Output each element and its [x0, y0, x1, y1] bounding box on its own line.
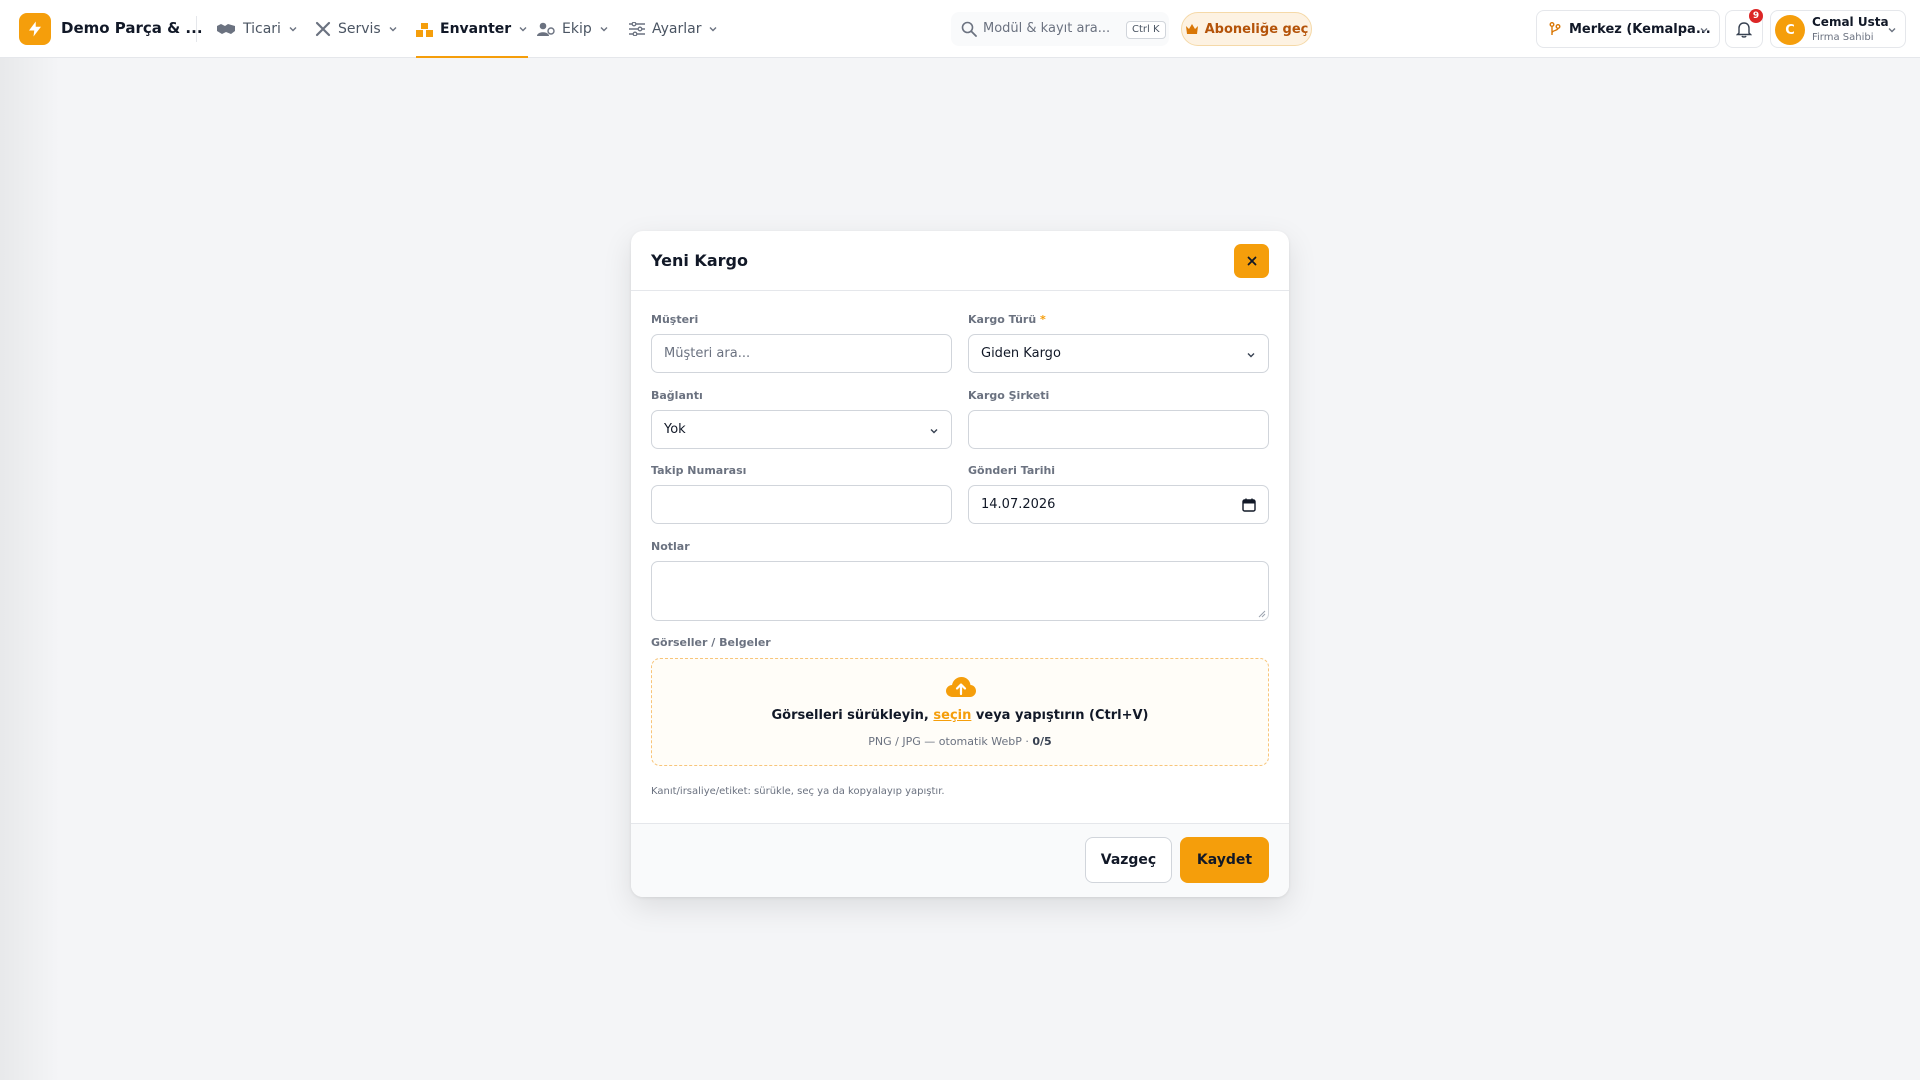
- nav-label: Ayarlar: [652, 21, 702, 37]
- dropzone-format-info: PNG / JPG — otomatik WebP · 0/5: [868, 735, 1052, 748]
- nav-label: Ekip: [562, 21, 592, 37]
- notifications-button[interactable]: 9: [1725, 9, 1763, 48]
- nav-item-ticari[interactable]: Ticari: [216, 0, 298, 58]
- chevron-down-icon: [389, 27, 397, 32]
- chevron-down-icon: [930, 429, 938, 434]
- ship-date-value: 14.07.2026: [981, 497, 1056, 512]
- file-dropzone[interactable]: Görselleri sürükleyin, seçin veya yapışt…: [651, 658, 1269, 766]
- notification-count-badge: 9: [1749, 9, 1763, 23]
- nav-item-ayarlar[interactable]: Ayarlar: [629, 0, 718, 58]
- link-select[interactable]: Yok: [651, 410, 952, 449]
- bell-icon: [1736, 21, 1752, 38]
- nav-item-ekip[interactable]: Ekip: [537, 0, 609, 58]
- chevron-down-icon: [289, 27, 297, 32]
- chevron-down-icon: [1247, 353, 1255, 358]
- global-search[interactable]: Modül & kayıt ara... Ctrl K: [951, 12, 1169, 46]
- sliders-icon: [629, 22, 645, 36]
- tools-icon: [315, 21, 331, 37]
- cargo-type-select[interactable]: Giden Kargo: [968, 334, 1269, 373]
- top-navbar: Demo Parça & ... Ticari Servis Envanter …: [0, 0, 1920, 58]
- close-icon: [1247, 256, 1256, 266]
- branch-label: Merkez (Kemalpa...: [1569, 21, 1711, 37]
- search-placeholder: Modül & kayıt ara...: [983, 21, 1111, 36]
- modal-header: Yeni Kargo: [631, 231, 1289, 291]
- cancel-button[interactable]: Vazgeç: [1085, 837, 1172, 883]
- handshake-icon: [217, 24, 235, 34]
- chevron-down-icon: [709, 27, 717, 32]
- app-logo[interactable]: [19, 13, 51, 45]
- link-value: Yok: [664, 422, 686, 437]
- chevron-down-icon: [1700, 28, 1708, 33]
- customer-placeholder: Müşteri ara...: [664, 346, 751, 361]
- tracking-number-label: Takip Numarası: [651, 464, 747, 477]
- link-label: Bağlantı: [651, 389, 703, 402]
- tracking-number-input[interactable]: [651, 485, 952, 524]
- nav-label: Envanter: [440, 21, 512, 37]
- lightning-icon: [29, 21, 41, 37]
- crown-icon: [1185, 24, 1198, 34]
- attachments-label: Görseller / Belgeler: [651, 636, 771, 649]
- customer-search-input[interactable]: Müşteri ara...: [651, 334, 952, 373]
- nav-label: Servis: [338, 21, 381, 37]
- ship-date-label: Gönderi Tarihi: [968, 464, 1056, 477]
- branch-selector[interactable]: Merkez (Kemalpa...: [1536, 10, 1720, 48]
- divider: [196, 16, 197, 42]
- chevron-down-icon: [519, 27, 527, 32]
- required-marker: *: [1040, 313, 1046, 326]
- chevron-down-icon: [1888, 28, 1896, 33]
- cargo-type-value: Giden Kargo: [981, 346, 1061, 361]
- user-menu[interactable]: C Cemal Usta Firma Sahibi: [1770, 10, 1906, 48]
- page-backdrop-shade: [0, 58, 60, 1080]
- choose-files-link[interactable]: seçin: [933, 708, 971, 723]
- calendar-icon[interactable]: [1242, 498, 1256, 512]
- avatar: C: [1775, 15, 1805, 45]
- search-shortcut-badge: Ctrl K: [1126, 21, 1166, 39]
- save-button[interactable]: Kaydet: [1180, 837, 1269, 883]
- new-cargo-modal: Yeni Kargo Müşteri Müşteri ara... Kargo …: [631, 231, 1289, 897]
- upgrade-label: Aboneliğe geç: [1204, 21, 1309, 37]
- branch-icon: [1549, 22, 1561, 35]
- nav-item-envanter[interactable]: Envanter: [416, 0, 529, 58]
- ship-date-input[interactable]: 14.07.2026: [968, 485, 1269, 524]
- users-icon: [537, 22, 555, 36]
- customer-label: Müşteri: [651, 313, 699, 326]
- upgrade-button[interactable]: Aboneliğe geç: [1181, 12, 1312, 46]
- notes-label: Notlar: [651, 540, 690, 553]
- nav-label: Ticari: [243, 21, 281, 37]
- search-icon: [961, 21, 977, 37]
- cargo-company-input[interactable]: [968, 410, 1269, 449]
- cloud-upload-icon: [946, 677, 976, 697]
- resize-grip-icon[interactable]: [1258, 610, 1266, 618]
- nav-item-servis[interactable]: Servis: [315, 0, 398, 58]
- notes-textarea[interactable]: [651, 561, 1269, 621]
- modal-footer: Vazgeç Kaydet: [631, 823, 1289, 897]
- user-role: Firma Sahibi: [1812, 32, 1874, 43]
- dropzone-instructions: Görselleri sürükleyin, seçin veya yapışt…: [771, 708, 1149, 723]
- boxes-icon: [416, 22, 433, 37]
- user-name: Cemal Usta: [1812, 15, 1889, 29]
- close-button[interactable]: [1234, 244, 1269, 278]
- cargo-company-label: Kargo Şirketi: [968, 389, 1050, 402]
- attachments-hint: Kanıt/irsaliye/etiket: sürükle, seç ya d…: [651, 786, 945, 797]
- modal-title: Yeni Kargo: [651, 251, 748, 270]
- attachment-count: 0/5: [1032, 735, 1052, 748]
- cargo-type-label: Kargo Türü *: [968, 313, 1046, 326]
- brand-name[interactable]: Demo Parça & ...: [61, 19, 203, 37]
- chevron-down-icon: [600, 27, 608, 32]
